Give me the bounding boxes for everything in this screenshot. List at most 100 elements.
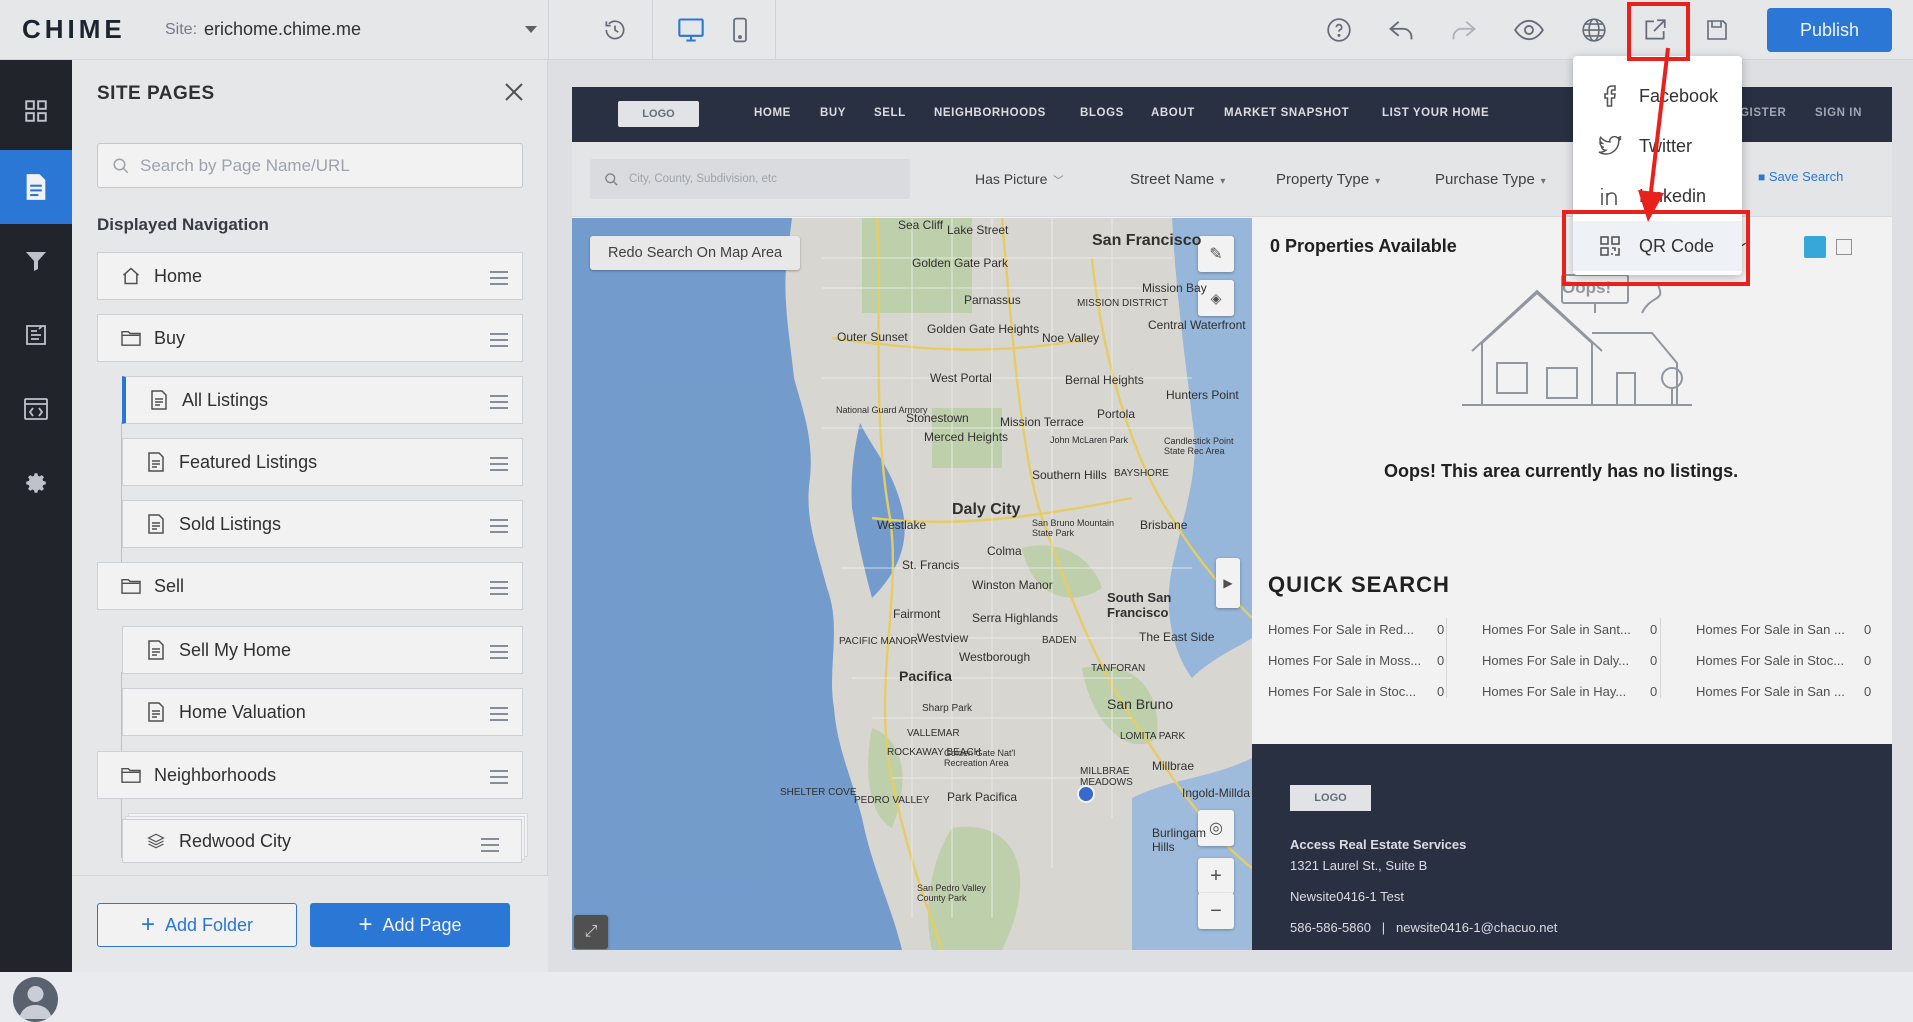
quick-search-link[interactable]: Homes For Sale in Stoc...: [1696, 653, 1844, 668]
nav-folder-sell[interactable]: Sell: [97, 562, 523, 610]
code-icon[interactable]: [0, 372, 72, 446]
dashboard-icon[interactable]: [0, 74, 72, 148]
home-icon: [120, 266, 142, 286]
map-view[interactable]: Redo Search On Map Area ✎ ◈ ▶ ◎ + − ⤢ Se…: [572, 218, 1252, 950]
drag-handle-icon[interactable]: [490, 707, 508, 725]
drag-handle-icon[interactable]: [490, 395, 508, 413]
page-icon: [145, 702, 167, 722]
drag-handle-icon[interactable]: [490, 457, 508, 475]
footer-logo[interactable]: LOGO: [1290, 785, 1371, 811]
collapse-arrow-icon[interactable]: ▶: [1216, 558, 1240, 608]
zoom-in-icon[interactable]: +: [1198, 858, 1234, 894]
expand-map-icon[interactable]: ⤢: [574, 915, 608, 949]
nav-page-sell-my-home[interactable]: Sell My Home: [122, 626, 523, 674]
user-avatar[interactable]: [13, 977, 58, 1022]
history-icon[interactable]: [599, 14, 631, 46]
site-pages-panel: SITE PAGES Search by Page Name/URL Displ…: [72, 60, 548, 972]
page-icon: [145, 640, 167, 660]
map-view-toggle-icon[interactable]: [1804, 236, 1826, 258]
preview-nav-link[interactable]: MARKET SNAPSHOT: [1224, 107, 1349, 119]
quick-search-link[interactable]: Homes For Sale in San ...: [1696, 622, 1845, 637]
drag-handle-icon[interactable]: [481, 838, 499, 856]
filter-street-name[interactable]: Street Name ▾: [1130, 171, 1225, 188]
desktop-view-icon[interactable]: [675, 14, 707, 46]
settings-gear-icon[interactable]: [0, 446, 72, 520]
grid-view-toggle-icon[interactable]: [1836, 239, 1852, 255]
add-page-button[interactable]: + Add Page: [310, 903, 510, 947]
plus-icon: +: [358, 911, 373, 938]
quick-search-link[interactable]: Homes For Sale in Moss...: [1268, 653, 1421, 668]
draw-pencil-icon[interactable]: ✎: [1198, 236, 1234, 272]
save-icon[interactable]: [1701, 14, 1733, 46]
undo-icon[interactable]: [1385, 14, 1417, 46]
filter-purchase-type[interactable]: Purchase Type ▾: [1435, 171, 1546, 188]
page-icon: [145, 452, 167, 472]
quick-search-link[interactable]: Homes For Sale in Red...: [1268, 622, 1414, 637]
nav-page-featured-listings[interactable]: Featured Listings: [122, 438, 523, 486]
page-search-input[interactable]: Search by Page Name/URL: [97, 143, 523, 188]
nav-page-sold-listings[interactable]: Sold Listings: [122, 500, 523, 548]
panel-footer: + Add Folder + Add Page: [72, 875, 548, 972]
search-icon: [113, 158, 129, 173]
nav-page-redwood-city[interactable]: Redwood City: [122, 819, 522, 863]
quick-search-link[interactable]: Homes For Sale in Sant...: [1482, 622, 1631, 637]
drag-handle-icon[interactable]: [490, 519, 508, 537]
preview-nav-link[interactable]: BLOGS: [1080, 107, 1124, 119]
save-search-link[interactable]: ■ Save Search: [1758, 169, 1843, 184]
drag-handle-icon[interactable]: [490, 645, 508, 663]
quick-search-link[interactable]: Homes For Sale in San ...: [1696, 684, 1845, 699]
drag-handle-icon[interactable]: [490, 271, 508, 289]
preview-nav-link[interactable]: SELL: [874, 107, 906, 119]
folder-icon: [120, 577, 142, 595]
preview-eye-icon[interactable]: [1513, 14, 1545, 46]
drag-handle-icon[interactable]: [490, 770, 508, 788]
publish-button[interactable]: Publish: [1767, 8, 1892, 52]
preview-nav-link[interactable]: ABOUT: [1151, 107, 1195, 119]
nav-item-home[interactable]: Home: [97, 252, 523, 300]
page-icon: [145, 514, 167, 534]
preview-nav-link[interactable]: NEIGHBORHOODS: [934, 107, 1046, 119]
nav-folder-buy[interactable]: Buy: [97, 314, 523, 362]
preview-nav-link[interactable]: LIST YOUR HOME: [1382, 107, 1489, 119]
twitter-icon: [1598, 136, 1622, 156]
chevron-down-icon[interactable]: [525, 26, 537, 33]
left-icon-nav: [0, 60, 72, 1022]
location-search-input[interactable]: City, County, Subdivision, etc: [590, 159, 910, 199]
blog-edit-icon[interactable]: [0, 298, 72, 372]
redo-icon[interactable]: [1448, 14, 1480, 46]
mobile-view-icon[interactable]: [724, 14, 756, 46]
drag-handle-icon[interactable]: [490, 333, 508, 351]
preview-nav-link[interactable]: SIGN IN: [1815, 107, 1862, 119]
preview-nav-link[interactable]: HOME: [754, 107, 791, 119]
zoom-out-icon[interactable]: −: [1198, 893, 1234, 929]
linkedin-icon: [1598, 186, 1622, 206]
filter-has-picture[interactable]: Has Picture ﹀: [975, 171, 1063, 187]
nav-page-all-listings[interactable]: All Listings: [122, 376, 523, 424]
close-icon[interactable]: [502, 80, 526, 104]
plus-icon: +: [140, 911, 155, 938]
properties-count: 0 Properties Available: [1270, 236, 1457, 256]
nav-page-home-valuation[interactable]: Home Valuation: [122, 688, 523, 736]
site-selector[interactable]: erichome.chime.me: [204, 19, 361, 40]
globe-icon[interactable]: [1578, 14, 1610, 46]
quick-search-link[interactable]: Homes For Sale in Daly...: [1482, 653, 1629, 668]
quick-search-link[interactable]: Homes For Sale in Hay...: [1482, 684, 1626, 699]
preview-nav-link[interactable]: GISTER: [1740, 107, 1786, 119]
footer-company: Access Real Estate Services: [1290, 837, 1467, 852]
preview-logo[interactable]: LOGO: [618, 101, 699, 127]
folder-icon: ■: [1758, 170, 1766, 184]
redo-search-button[interactable]: Redo Search On Map Area: [590, 236, 801, 270]
filter-property-type[interactable]: Property Type ▾: [1276, 171, 1380, 188]
pages-icon[interactable]: [0, 150, 72, 224]
help-icon[interactable]: [1323, 14, 1355, 46]
filter-icon[interactable]: [0, 224, 72, 298]
footer-site-name: Newsite0416-1 Test: [1290, 889, 1404, 904]
drag-handle-icon[interactable]: [490, 581, 508, 599]
site-label: Site:: [165, 21, 198, 38]
panel-title: SITE PAGES: [97, 83, 215, 104]
quick-search-link[interactable]: Homes For Sale in Stoc...: [1268, 684, 1416, 699]
preview-nav-link[interactable]: BUY: [820, 107, 846, 119]
quick-search-heading: QUICK SEARCH: [1268, 572, 1450, 597]
nav-folder-neighborhoods[interactable]: Neighborhoods: [97, 751, 523, 799]
add-folder-button[interactable]: + Add Folder: [97, 903, 297, 947]
